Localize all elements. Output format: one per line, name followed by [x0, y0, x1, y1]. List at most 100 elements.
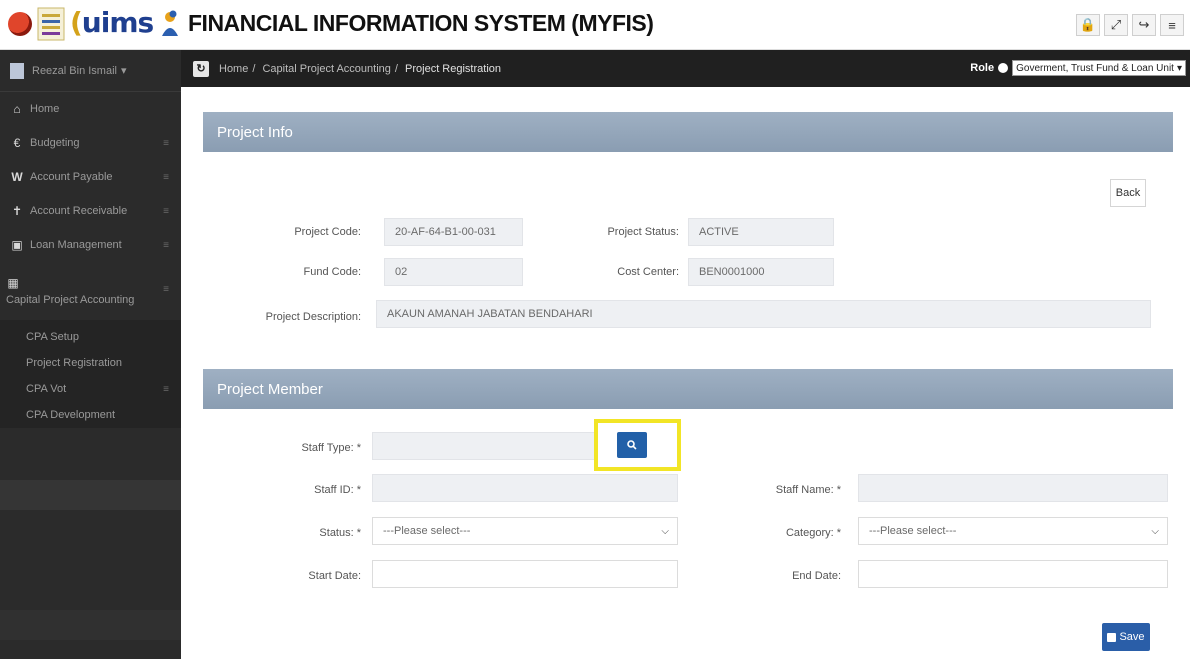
top-header: (uims FINANCIAL INFORMATION SYSTEM (MYFI… — [0, 0, 1190, 50]
sidebar-submenu: CPA Setup Project Registration CPA Vot ≡ … — [0, 320, 181, 428]
breadcrumb-bar: ↻ Home / Capital Project Accounting / Proj… — [181, 50, 1190, 87]
w-icon: W — [11, 170, 23, 184]
sidebar-item-home[interactable]: ⌂ Home — [0, 92, 181, 126]
sidebar-item-label: Budgeting — [30, 137, 80, 149]
status-select-value: ---Please select--- — [383, 525, 471, 537]
app-title: FINANCIAL INFORMATION SYSTEM (MYFIS) — [188, 10, 654, 36]
chevron-down-icon: ⌵ — [661, 525, 669, 537]
project-code-field: 20-AF-64-B1-00-031 — [384, 218, 523, 246]
project-code-label: Project Code: — [294, 226, 361, 238]
sidebar-subitem-label: CPA Development — [26, 409, 116, 421]
section-title: Project Info — [217, 123, 293, 141]
cost-center-label: Cost Center: — [617, 266, 679, 278]
user-menu[interactable]: Reezal Bin Ismail ▾ — [0, 50, 181, 92]
role-info-icon — [998, 63, 1009, 73]
building-icon: ▦ — [7, 276, 19, 290]
avatar — [10, 62, 24, 79]
chevron-left-icon: ≡ — [163, 137, 169, 149]
home-icon: ⌂ — [13, 102, 21, 116]
role-selector: Role Goverment, Trust Fund & Loan Unit ▾ — [970, 60, 1186, 76]
staff-name-field[interactable] — [858, 474, 1168, 502]
end-date-label: End Date: — [792, 570, 841, 582]
staff-type-label: Staff Type: * — [301, 442, 361, 454]
lock-icon[interactable]: 🔒 — [1076, 14, 1100, 36]
breadcrumb-separator: / — [252, 62, 256, 75]
user-name: Reezal Bin Ismail — [32, 64, 117, 77]
breadcrumb-item[interactable]: Home — [219, 63, 248, 75]
chevron-left-icon: ≡ — [163, 284, 169, 295]
project-description-label: Project Description: — [265, 311, 361, 323]
status-label: Status: * — [319, 527, 361, 539]
main-content: Project Info Back Project Code: 20-AF-64… — [181, 87, 1190, 659]
person-logo-icon — [162, 10, 178, 36]
role-select[interactable]: Goverment, Trust Fund & Loan Unit ▾ — [1012, 60, 1186, 76]
chevron-left-icon: ≡ — [163, 205, 169, 217]
uims-logo: (uims — [70, 6, 154, 39]
euro-icon: € — [13, 136, 21, 150]
header-toolbar: 🔒 ⤢ ↪ ≡ — [1076, 14, 1184, 36]
staff-search-button[interactable] — [617, 432, 647, 458]
crest-logo — [37, 7, 65, 41]
chevron-left-icon: ≡ — [163, 383, 169, 395]
chevron-down-icon: ▾ — [1176, 62, 1182, 74]
fund-code-label: Fund Code: — [303, 266, 361, 278]
sidebar-subitem-project-registration[interactable]: Project Registration — [0, 350, 181, 376]
staff-id-field[interactable] — [372, 474, 678, 502]
sidebar-subitem-cpa-vot[interactable]: CPA Vot ≡ — [0, 376, 181, 402]
category-select[interactable]: ---Please select--- ⌵ — [858, 517, 1168, 545]
chevron-left-icon: ≡ — [163, 171, 169, 183]
sidebar-item-loan-management[interactable]: ▣ Loan Management ≡ — [0, 228, 181, 262]
sidebar-item-budgeting[interactable]: € Budgeting ≡ — [0, 126, 181, 160]
breadcrumb-item[interactable]: Capital Project Accounting — [262, 63, 390, 75]
category-label: Category: * — [785, 527, 841, 539]
save-button[interactable]: Save — [1102, 623, 1150, 651]
category-select-value: ---Please select--- — [869, 525, 957, 537]
sidebar-item-account-receivable[interactable]: ✝ Account Receivable ≡ — [0, 194, 181, 228]
project-status-field: ACTIVE — [688, 218, 834, 246]
back-button[interactable]: Back — [1110, 179, 1146, 207]
sidebar-item-account-payable[interactable]: W Account Payable ≡ — [0, 160, 181, 194]
agency-logo — [8, 12, 32, 36]
sidebar-item-label: Account Payable — [30, 171, 113, 183]
section-title: Project Member — [217, 380, 323, 398]
breadcrumb-item: Project Registration — [405, 62, 502, 75]
chevron-down-icon: ▾ — [120, 65, 127, 77]
sidebar-subitem-label: Project Registration — [26, 357, 122, 369]
sidebar-item-label: Home — [30, 103, 60, 115]
status-select[interactable]: ---Please select--- ⌵ — [372, 517, 678, 545]
breadcrumb: Home / Capital Project Accounting / Projec… — [219, 63, 501, 75]
pin-icon: ✝ — [11, 204, 23, 218]
project-description-field: AKAUN AMANAH JABATAN BENDAHARI — [376, 300, 1151, 328]
save-icon — [1107, 632, 1117, 642]
sidebar-subitem-cpa-setup[interactable]: CPA Setup — [0, 324, 181, 350]
role-select-value: Goverment, Trust Fund & Loan Unit — [1016, 62, 1174, 74]
cost-center-field: BEN0001000 — [688, 258, 834, 286]
chevron-down-icon: ⌵ — [1151, 525, 1159, 537]
sidebar-item-label: Loan Management — [30, 239, 122, 251]
logout-icon[interactable]: ↪ — [1132, 14, 1156, 36]
staff-name-label: Staff Name: * — [775, 484, 841, 496]
sidebar: Reezal Bin Ismail ▾ ⌂ Home € Budgeting ≡… — [0, 50, 181, 659]
project-info-header: Project Info — [203, 112, 1173, 152]
sidebar-band — [0, 480, 181, 510]
project-member-header: Project Member — [203, 369, 1173, 409]
sidebar-item-capital-project-accounting[interactable]: ▦ Capital Project Accounting ≡ — [0, 262, 181, 320]
chevron-left-icon: ≡ — [163, 239, 169, 251]
menu-icon[interactable]: ≡ — [1160, 14, 1184, 36]
sidebar-item-label: Capital Project Accounting — [6, 294, 135, 306]
staff-type-field[interactable] — [372, 432, 597, 460]
fund-code-field: 02 — [384, 258, 523, 286]
search-icon — [627, 440, 637, 450]
refresh-icon[interactable]: ↻ — [193, 60, 209, 77]
start-date-field[interactable] — [372, 560, 678, 588]
project-status-label: Project Status: — [607, 226, 679, 238]
role-label: Role — [970, 62, 995, 74]
sidebar-item-label: Account Receivable — [30, 205, 128, 217]
sidebar-subitem-label: CPA Vot — [26, 383, 67, 395]
sidebar-subitem-label: CPA Setup — [26, 331, 79, 343]
loan-icon: ▣ — [11, 238, 23, 252]
sidebar-subitem-cpa-development[interactable]: CPA Development — [0, 402, 181, 428]
end-date-field[interactable] — [858, 560, 1168, 588]
expand-icon[interactable]: ⤢ — [1104, 14, 1128, 36]
save-button-label: Save — [1119, 631, 1145, 643]
